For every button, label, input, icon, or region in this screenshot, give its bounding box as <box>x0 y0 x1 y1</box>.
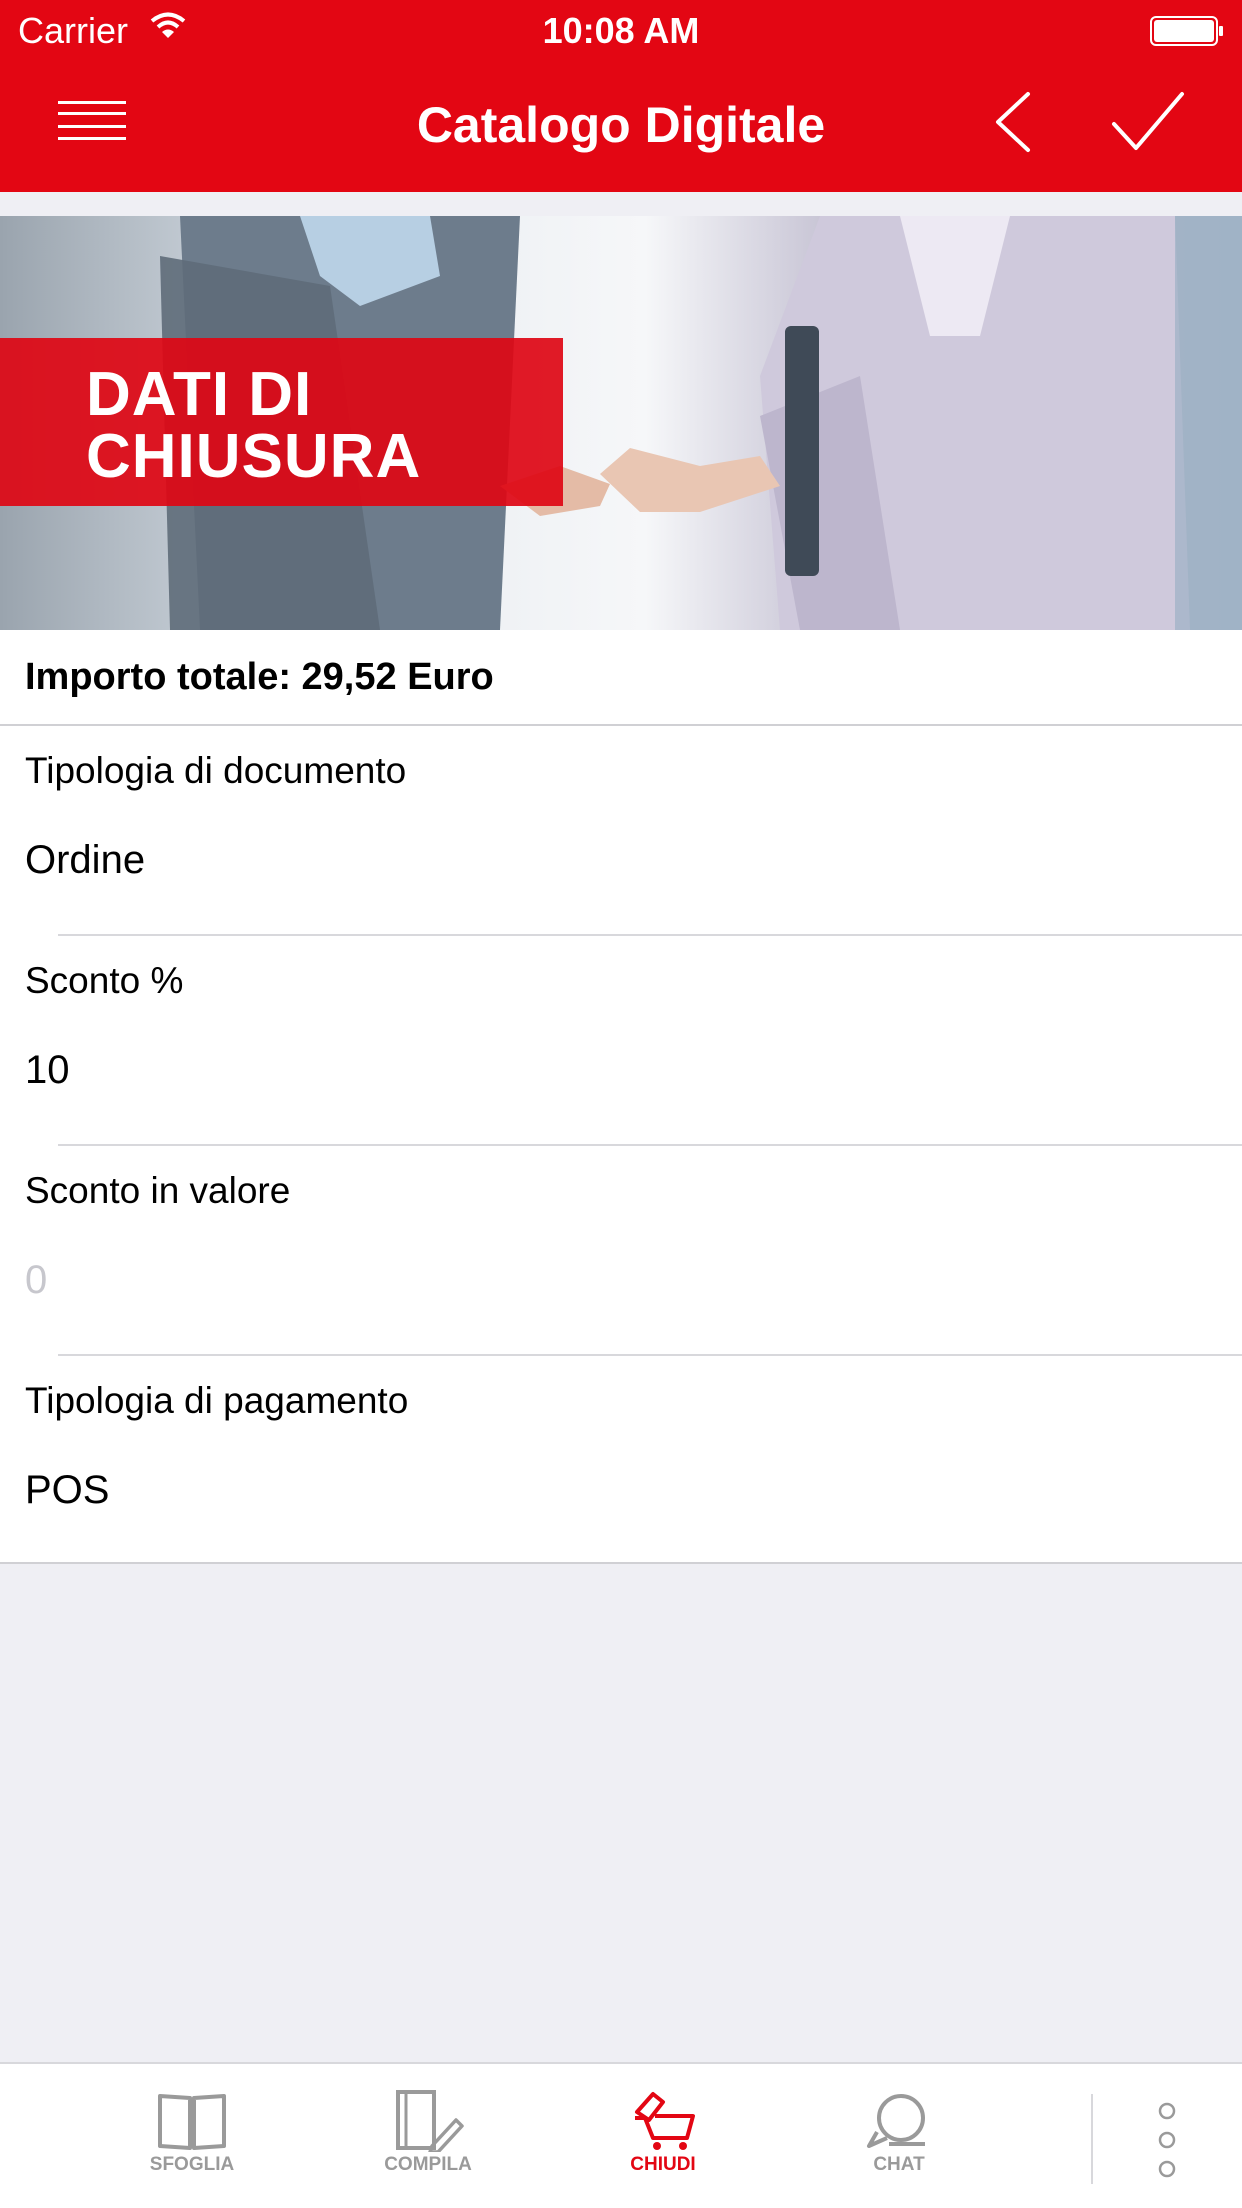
tab-chat[interactable]: CHAT <box>819 2090 979 2200</box>
payment-type-label: Tipologia di pagamento <box>25 1380 409 1421</box>
discount-value-label: Sconto in valore <box>25 1170 291 1211</box>
closing-data-form: Tipologia di documento Ordine Sconto % 1… <box>0 726 1242 1564</box>
tab-chat-label: CHAT <box>873 2154 925 2175</box>
tab-chiudi-label: CHIUDI <box>630 2154 696 2175</box>
app-header: Carrier 10:08 AM Catalogo Digitale <box>0 0 1242 192</box>
more-options-icon[interactable] <box>1150 2102 1184 2178</box>
cart-icon <box>635 2092 695 2150</box>
discount-percent-field[interactable]: Sconto % 10 <box>0 936 1242 1146</box>
document-type-value[interactable]: Ordine <box>25 838 145 883</box>
total-amount-row: Importo totale: 29,52 Euro <box>0 630 1242 726</box>
tab-compila[interactable]: COMPILA <box>348 2090 508 2200</box>
hero-title-line-1: DATI DI <box>86 360 313 429</box>
payment-type-field[interactable]: Tipologia di pagamento POS <box>0 1356 1242 1566</box>
discount-value-field[interactable]: Sconto in valore 0 <box>0 1146 1242 1356</box>
tab-sfoglia[interactable]: SFOGLIA <box>112 2090 272 2200</box>
tab-chiudi[interactable]: CHIUDI <box>583 2090 743 2200</box>
hero-title-line-2: CHIUSURA <box>86 422 422 491</box>
back-chevron-icon[interactable] <box>990 90 1038 154</box>
discount-value-input[interactable]: 0 <box>25 1258 47 1303</box>
page-title: Catalogo Digitale <box>416 97 826 153</box>
total-amount-label: Importo totale: 29,52 Euro <box>25 656 494 698</box>
tab-compila-label: COMPILA <box>384 2154 472 2175</box>
nav-bar: Catalogo Digitale <box>0 60 1242 192</box>
battery-icon <box>1150 16 1223 46</box>
hero-title: DATI DI CHIUSURA <box>86 364 421 488</box>
hero-banner-image: DATI DI CHIUSURA <box>0 216 1242 630</box>
document-type-label: Tipologia di documento <box>25 750 407 791</box>
document-type-field[interactable]: Tipologia di documento Ordine <box>0 726 1242 936</box>
discount-percent-label: Sconto % <box>25 960 184 1001</box>
status-bar: Carrier 10:08 AM <box>0 0 1242 60</box>
payment-type-value[interactable]: POS <box>25 1468 109 1513</box>
discount-percent-input[interactable]: 10 <box>25 1048 70 1093</box>
book-icon <box>158 2094 226 2150</box>
confirm-check-icon[interactable] <box>1110 90 1186 154</box>
chat-icon <box>867 2094 925 2148</box>
tab-sfoglia-label: SFOGLIA <box>149 2154 235 2175</box>
edit-document-icon <box>396 2090 464 2152</box>
bottom-tab-bar: SFOGLIA COMPILA CHIUDI CHAT <box>0 2062 1242 2208</box>
tab-bar-divider <box>1091 2094 1093 2184</box>
status-time: 10:08 AM <box>542 10 700 51</box>
